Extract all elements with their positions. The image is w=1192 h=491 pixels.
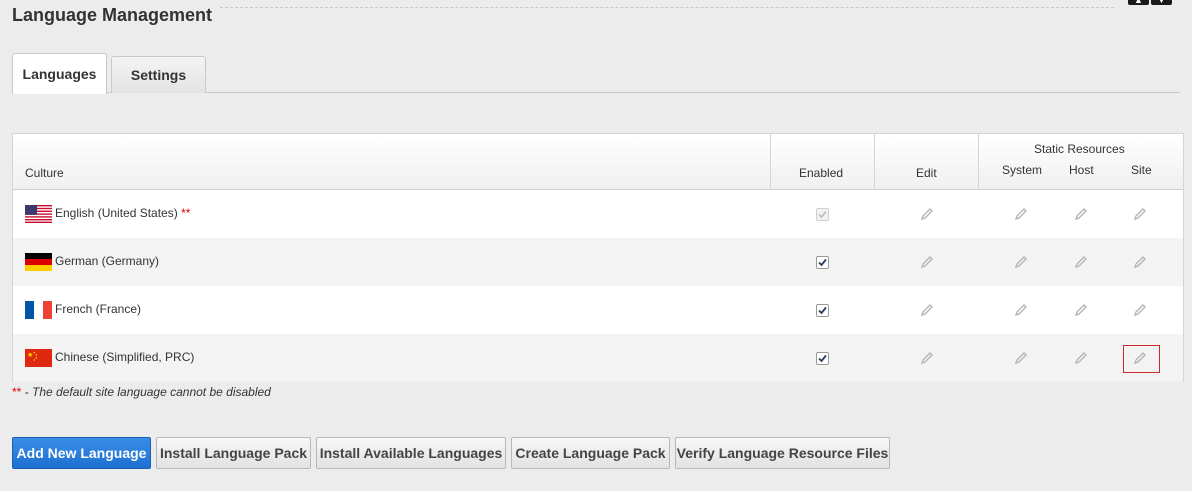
header-host: Host bbox=[1069, 163, 1094, 177]
table-row: French (France) bbox=[13, 286, 1183, 334]
us-flag-icon bbox=[25, 205, 52, 223]
culture-name: German (Germany) bbox=[55, 254, 160, 268]
table-row: English (United States) ** bbox=[13, 190, 1183, 238]
de-flag-icon bbox=[25, 253, 52, 271]
module-menu-icon[interactable]: ▲ bbox=[1128, 0, 1149, 5]
languages-grid: Culture Enabled Edit Static Resources Sy… bbox=[12, 133, 1184, 382]
tab-strip: Languages Settings bbox=[12, 53, 1180, 94]
enabled-checkbox[interactable] bbox=[816, 304, 829, 317]
host-edit-pencil-icon[interactable] bbox=[1074, 351, 1088, 365]
edit-pencil-icon[interactable] bbox=[920, 207, 934, 221]
header-edit: Edit bbox=[916, 166, 937, 180]
enabled-checkbox[interactable] bbox=[816, 256, 829, 269]
install-language-pack-button[interactable]: Install Language Pack bbox=[156, 437, 311, 469]
column-divider bbox=[978, 134, 979, 189]
site-edit-pencil-icon[interactable] bbox=[1133, 351, 1147, 365]
edit-pencil-icon[interactable] bbox=[920, 303, 934, 317]
system-edit-pencil-icon[interactable] bbox=[1014, 351, 1028, 365]
table-row: ★ ★ ★ ★ ★ Chinese (Simplified, PRC) bbox=[13, 334, 1183, 382]
header-system: System bbox=[1002, 163, 1043, 177]
install-available-languages-button[interactable]: Install Available Languages bbox=[316, 437, 506, 469]
table-row: German (Germany) bbox=[13, 238, 1183, 286]
create-language-pack-button[interactable]: Create Language Pack bbox=[511, 437, 670, 469]
verify-language-resource-files-button[interactable]: Verify Language Resource Files bbox=[675, 437, 890, 469]
header-site: Site bbox=[1131, 163, 1152, 177]
system-edit-pencil-icon[interactable] bbox=[1014, 255, 1028, 269]
default-language-note: ** - The default site language cannot be… bbox=[12, 385, 271, 399]
grid-header: Culture Enabled Edit Static Resources Sy… bbox=[13, 134, 1183, 190]
header-culture: Culture bbox=[25, 166, 64, 180]
tab-settings[interactable]: Settings bbox=[111, 56, 206, 93]
edit-pencil-icon[interactable] bbox=[920, 351, 934, 365]
column-divider bbox=[770, 134, 771, 189]
enabled-checkbox[interactable] bbox=[816, 352, 829, 365]
header-divider bbox=[220, 7, 1114, 8]
culture-name: Chinese (Simplified, PRC) bbox=[55, 350, 195, 364]
header-enabled: Enabled bbox=[799, 166, 844, 180]
site-edit-pencil-icon[interactable] bbox=[1133, 303, 1147, 317]
fr-flag-icon bbox=[25, 301, 52, 319]
module-collapse-icon[interactable]: ▼ bbox=[1151, 0, 1172, 5]
module-actions[interactable]: ▲ ▼ bbox=[1128, 0, 1172, 5]
add-new-language-button[interactable]: Add New Language bbox=[12, 437, 151, 469]
system-edit-pencil-icon[interactable] bbox=[1014, 303, 1028, 317]
tab-languages[interactable]: Languages bbox=[12, 53, 107, 94]
header-static-resources: Static Resources bbox=[1034, 142, 1125, 156]
svg-text:★: ★ bbox=[33, 358, 36, 362]
culture-name: English (United States) ** bbox=[55, 206, 191, 220]
culture-name: French (France) bbox=[55, 302, 142, 316]
enabled-checkbox[interactable] bbox=[816, 208, 829, 221]
site-edit-pencil-icon[interactable] bbox=[1133, 255, 1147, 269]
site-edit-pencil-icon[interactable] bbox=[1133, 207, 1147, 221]
host-edit-pencil-icon[interactable] bbox=[1074, 207, 1088, 221]
host-edit-pencil-icon[interactable] bbox=[1074, 303, 1088, 317]
cn-flag-icon: ★ ★ ★ ★ ★ bbox=[25, 349, 52, 367]
host-edit-pencil-icon[interactable] bbox=[1074, 255, 1088, 269]
edit-pencil-icon[interactable] bbox=[920, 255, 934, 269]
page-title: Language Management bbox=[12, 5, 213, 25]
system-edit-pencil-icon[interactable] bbox=[1014, 207, 1028, 221]
column-divider bbox=[874, 134, 875, 189]
